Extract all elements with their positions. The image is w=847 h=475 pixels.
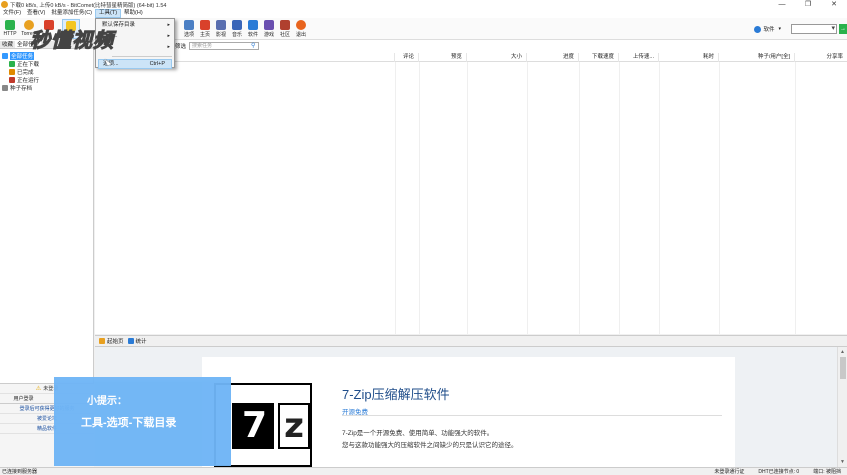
download-arrow-icon <box>9 61 15 67</box>
column-upload-speed[interactable]: 上传速... <box>619 53 659 62</box>
chevron-down-icon[interactable]: ▾ <box>778 26 781 32</box>
tip-text: 工具-选项-下载目录 <box>81 417 177 429</box>
column-divider <box>619 62 620 334</box>
column-size[interactable]: 大小 <box>467 53 527 62</box>
column-divider <box>467 62 468 334</box>
column-divider <box>527 62 528 334</box>
web-search-combo[interactable] <box>791 24 837 34</box>
toolbar-search-area: 软件 ▾ → <box>754 22 847 36</box>
options-icon <box>184 20 194 30</box>
port-status: 端口: 被阻挡 <box>813 469 841 475</box>
column-divider <box>419 62 420 334</box>
submenu-arrow-icon: ▸ <box>167 22 170 28</box>
ad-title[interactable]: 7-Zip压缩解压软件 <box>342 384 450 403</box>
globe-icon <box>754 25 762 33</box>
tip-overlay: 小提示： 工具-选项-下载目录 <box>54 377 231 466</box>
task-search-input[interactable]: 搜索任务 <box>189 41 260 50</box>
column-comment[interactable]: 评论 <box>395 53 419 62</box>
task-list-header: 评论 预览 大小 进度 下载速度 上传速... 耗时 种子/用户[全] 分享率 <box>95 53 847 62</box>
ad-divider <box>342 415 722 416</box>
tip-title: 小提示： <box>87 396 127 407</box>
menu-file[interactable]: 文件(F) <box>0 9 24 18</box>
exit-icon <box>296 20 306 30</box>
warning-icon: ⚠ <box>35 386 42 392</box>
column-divider <box>719 62 720 334</box>
game-icon <box>264 20 274 30</box>
tree-item-all-tasks[interactable]: 全部任务 <box>0 52 94 60</box>
tree-item-completed[interactable]: 已完成 <box>0 68 94 76</box>
minimize-button[interactable]: — <box>769 0 795 9</box>
tab-statistics[interactable]: 统计 <box>127 337 147 345</box>
task-tree: 全部任务 正在下载 已完成 正在运行 种子存档 <box>0 52 94 92</box>
ad-description-1: 7-Zip是一个开源免费、使用简单、功能强大的软件。 <box>342 430 494 437</box>
column-divider <box>579 62 580 334</box>
status-indicators: 未登录通行证 DHT已连接节点: 0 端口: 被阻挡 <box>714 468 841 475</box>
detail-tabs: 起始页 统计 <box>95 335 847 347</box>
column-seeds-peers[interactable]: 种子/用户[全] <box>719 53 795 62</box>
column-divider <box>395 62 396 334</box>
checkmark-icon <box>9 69 15 75</box>
menu-view[interactable]: 查看(V) <box>24 9 48 18</box>
window-controls: — ❐ ✕ <box>769 0 847 9</box>
tab-user-login[interactable]: 用户登录 <box>0 394 47 403</box>
passport-status: 未登录通行证 <box>714 469 745 475</box>
toolbar-http-button[interactable]: HTTP <box>1 19 19 39</box>
close-button[interactable]: ✕ <box>821 0 847 9</box>
movie-icon <box>216 20 226 30</box>
community-icon <box>280 20 290 30</box>
statistics-icon <box>127 338 134 344</box>
column-divider <box>795 62 796 334</box>
software-icon <box>248 20 258 30</box>
column-preview[interactable]: 预览 <box>419 53 467 62</box>
search-icon[interactable]: ⚲ <box>251 42 255 49</box>
filter-label: 筛选 <box>175 43 187 50</box>
dht-status: DHT已连接节点: 0 <box>758 469 800 475</box>
http-download-icon <box>5 20 15 30</box>
column-download-speed[interactable]: 下载速度 <box>579 53 619 62</box>
vertical-scrollbar[interactable]: ▲ ▼ <box>837 347 847 467</box>
tab-favorites[interactable]: 收藏 <box>0 41 15 48</box>
tree-item-running[interactable]: 正在运行 <box>0 76 94 84</box>
archive-icon <box>2 85 8 91</box>
submenu-arrow-icon: ▸ <box>167 33 170 39</box>
tab-start-page[interactable]: 起始页 <box>99 337 124 345</box>
tree-item-downloading[interactable]: 正在下载 <box>0 60 94 68</box>
menu-separator <box>112 56 172 57</box>
column-progress[interactable]: 进度 <box>527 53 579 62</box>
column-share-ratio[interactable]: 分享率 <box>795 53 847 62</box>
running-icon <box>9 77 15 83</box>
home-page-icon <box>99 338 105 344</box>
toolbar-exit-button[interactable]: 退出 <box>292 19 310 39</box>
menu-tools[interactable]: 工具(T) <box>95 9 122 18</box>
music-icon <box>232 20 242 30</box>
scroll-thumb[interactable] <box>840 357 846 379</box>
window-title: 下载0 kB/s, 上传0 kB/s - BitComet(比特彗星精简版) (… <box>10 2 167 9</box>
video-watermark: 秒懂视频 <box>30 28 114 53</box>
submenu-arrow-icon: ▸ <box>167 44 170 50</box>
software-ad-card[interactable]: 7 z 7-Zip压缩解压软件 开源免费 7-Zip是一个开源免费、使用简单、功… <box>202 357 735 467</box>
scroll-up-icon[interactable]: ▲ <box>840 349 845 355</box>
column-divider <box>659 62 660 334</box>
menu-bar: 文件(F) 查看(V) 批量添加任务(C) 工具(T) 帮助(H) <box>0 9 847 18</box>
tree-item-torrent-archive[interactable]: 种子存档 <box>0 84 94 92</box>
search-go-button[interactable]: → <box>839 24 847 34</box>
menu-batch-add[interactable]: 批量添加任务(C) <box>48 9 95 18</box>
search-category-label[interactable]: 软件 <box>763 25 774 33</box>
task-list[interactable] <box>95 40 847 334</box>
title-bar: 下载0 kB/s, 上传0 kB/s - BitComet(比特彗星精简版) (… <box>0 0 847 9</box>
menu-help[interactable]: 帮助(H) <box>121 9 146 18</box>
scroll-down-icon[interactable]: ▼ <box>840 459 845 465</box>
folder-icon <box>2 53 8 59</box>
maximize-button[interactable]: ❐ <box>795 0 821 9</box>
column-elapsed[interactable]: 耗时 <box>659 53 719 62</box>
connection-status: 已连接到服务器 <box>2 469 38 475</box>
home-icon <box>200 20 210 30</box>
ad-description-2: 您与这款功能强大的压缩软件之间缺少的只是认识它的途径。 <box>342 442 518 449</box>
status-bar: 已连接到服务器 未登录通行证 DHT已连接节点: 0 端口: 被阻挡 <box>0 467 847 475</box>
bitcomet-app-icon <box>1 1 8 8</box>
options-shortcut: Ctrl+P <box>149 61 165 67</box>
